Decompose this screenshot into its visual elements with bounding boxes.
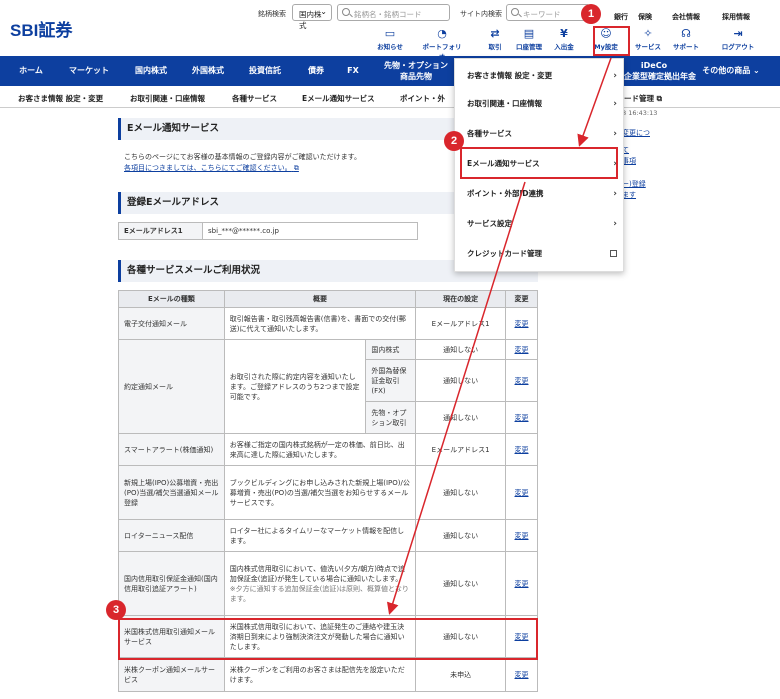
annotation-arrows — [386, 57, 612, 615]
arrow-1 — [577, 57, 612, 147]
step-badge-2: 2 — [444, 131, 464, 151]
step-badge-3: 3 — [106, 600, 126, 620]
arrow-2 — [386, 181, 526, 615]
step-badge-1: 1 — [581, 4, 601, 24]
page: SBI証券 銘柄検索 国内株式 ⌄ 銘柄名・銘柄コード サイト内検索 キーワード … — [0, 0, 780, 699]
